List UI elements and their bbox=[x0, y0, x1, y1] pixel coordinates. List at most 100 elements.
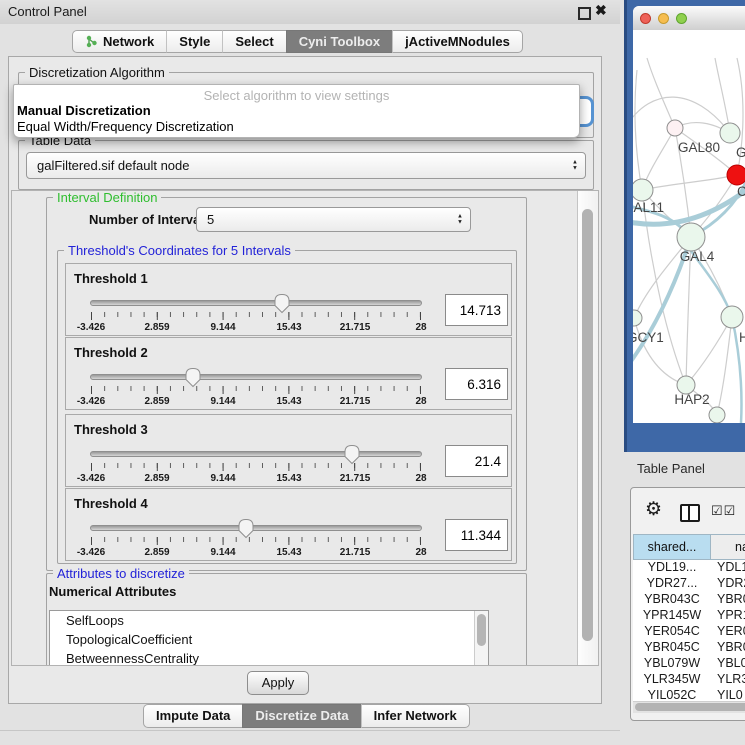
cell-name[interactable]: YBL0 bbox=[711, 656, 745, 672]
scale-label: 21.715 bbox=[340, 396, 371, 407]
network-window[interactable]: GAL80GCGAL11GAL4GCY1HHAP2 bbox=[633, 6, 745, 423]
tab-cyni-toolbox[interactable]: Cyni Toolbox bbox=[286, 30, 392, 53]
slider-track[interactable] bbox=[90, 451, 422, 457]
slider-track[interactable] bbox=[90, 300, 422, 306]
cell-shared-name[interactable]: YLR345W bbox=[633, 672, 711, 688]
cell-shared-name[interactable]: YPR145W bbox=[633, 608, 711, 624]
network-node[interactable] bbox=[720, 123, 740, 143]
network-node[interactable] bbox=[727, 165, 745, 185]
cell-shared-name[interactable]: YER054C bbox=[633, 624, 711, 640]
cell-name[interactable]: YBR0 bbox=[711, 640, 745, 656]
network-node[interactable] bbox=[633, 179, 653, 201]
cell-name[interactable]: YER0 bbox=[711, 624, 745, 640]
settings-scrollbar[interactable] bbox=[577, 191, 598, 665]
close-traffic-light-icon[interactable] bbox=[640, 13, 651, 24]
slider-scale: -3.4262.8599.14415.4321.71528 bbox=[91, 396, 421, 408]
slider-track[interactable] bbox=[90, 374, 422, 380]
cell-shared-name[interactable]: YDL19... bbox=[633, 560, 711, 576]
table-row[interactable]: YDL19...YDL1 bbox=[633, 560, 745, 576]
threshold-value-field[interactable] bbox=[445, 368, 508, 400]
close-icon[interactable]: ✖ bbox=[595, 2, 607, 19]
list-scrollbar[interactable] bbox=[474, 611, 488, 666]
threshold-value-field[interactable] bbox=[445, 519, 508, 551]
gear-icon[interactable]: ⚙ bbox=[645, 498, 662, 521]
cyni-mode-tabs: Impute Data Discretize Data Infer Networ… bbox=[143, 704, 470, 728]
column-header-shared-name[interactable]: shared... bbox=[633, 534, 711, 560]
scale-label: 15.43 bbox=[276, 473, 301, 484]
tab-jactivemnodules[interactable]: jActiveMNodules bbox=[392, 30, 523, 53]
column-header-name[interactable]: na bbox=[711, 534, 745, 560]
scale-label: 2.859 bbox=[144, 473, 169, 484]
cell-shared-name[interactable]: YBR045C bbox=[633, 640, 711, 656]
cell-name[interactable]: YPR1 bbox=[711, 608, 745, 624]
scale-label: 15.43 bbox=[276, 396, 301, 407]
threshold-slider[interactable]: -3.4262.8599.14415.4321.71528 bbox=[90, 292, 422, 334]
network-canvas[interactable]: GAL80GCGAL11GAL4GCY1HHAP2 bbox=[633, 30, 745, 423]
dropdown-option-manual[interactable]: Manual Discretization bbox=[17, 103, 576, 118]
dropdown-option-equal-width[interactable]: Equal Width/Frequency Discretization bbox=[17, 119, 576, 134]
network-node[interactable] bbox=[709, 407, 725, 423]
table-row[interactable]: YDR27...YDR2 bbox=[633, 576, 745, 592]
columns-icon[interactable] bbox=[680, 504, 700, 522]
slider-thumb[interactable] bbox=[238, 518, 255, 539]
scale-label: 2.859 bbox=[144, 322, 169, 333]
network-icon bbox=[85, 35, 98, 48]
num-intervals-combobox[interactable]: 5 ▲▼ bbox=[196, 207, 471, 232]
tab-network[interactable]: Network bbox=[72, 30, 166, 53]
list-item[interactable]: BetweennessCentrality bbox=[50, 649, 488, 666]
threshold-slider[interactable]: -3.4262.8599.14415.4321.71528 bbox=[90, 366, 422, 408]
tab-style[interactable]: Style bbox=[166, 30, 222, 53]
apply-button[interactable]: Apply bbox=[247, 671, 309, 695]
network-node[interactable] bbox=[633, 310, 642, 326]
table-row[interactable]: YIL052CYIL0 bbox=[633, 688, 745, 701]
numerical-attributes-label: Numerical Attributes bbox=[49, 584, 176, 599]
cell-shared-name[interactable]: YBL079W bbox=[633, 656, 711, 672]
cell-shared-name[interactable]: YBR043C bbox=[633, 592, 711, 608]
table-row[interactable]: YBL079WYBL0 bbox=[633, 656, 745, 672]
table-row[interactable]: YER054CYER0 bbox=[633, 624, 745, 640]
table-row[interactable]: YBR043CYBR0 bbox=[633, 592, 745, 608]
network-node[interactable] bbox=[667, 120, 683, 136]
slider-thumb[interactable] bbox=[273, 293, 290, 314]
slider-track[interactable] bbox=[90, 525, 422, 531]
minimize-traffic-light-icon[interactable] bbox=[658, 13, 669, 24]
tab-select[interactable]: Select bbox=[222, 30, 285, 53]
cell-shared-name[interactable]: YDR27... bbox=[633, 576, 711, 592]
table-row[interactable]: YBR045CYBR0 bbox=[633, 640, 745, 656]
network-nodes[interactable]: GAL80GCGAL11GAL4GCY1HHAP2 bbox=[633, 120, 745, 423]
cell-name[interactable]: YDR2 bbox=[711, 576, 745, 592]
numerical-attributes-list[interactable]: SelfLoops TopologicalCoefficient Between… bbox=[49, 610, 489, 666]
panel-title: Control Panel bbox=[8, 4, 87, 19]
threshold-slider[interactable]: -3.4262.8599.14415.4321.71528 bbox=[90, 443, 422, 485]
cell-name[interactable]: YLR3 bbox=[711, 672, 745, 688]
scale-label: 15.43 bbox=[276, 322, 301, 333]
tab-impute-data[interactable]: Impute Data bbox=[143, 704, 242, 728]
network-node[interactable] bbox=[721, 306, 743, 328]
cell-name[interactable]: YIL0 bbox=[711, 688, 745, 701]
tab-infer-network[interactable]: Infer Network bbox=[361, 704, 470, 728]
float-icon[interactable] bbox=[578, 7, 591, 20]
slider-thumb[interactable] bbox=[344, 444, 361, 465]
tab-discretize-data[interactable]: Discretize Data bbox=[242, 704, 360, 728]
table-row[interactable]: YLR345WYLR3 bbox=[633, 672, 745, 688]
network-node[interactable] bbox=[677, 223, 705, 251]
scale-label: 28 bbox=[415, 547, 426, 558]
threshold-slider[interactable]: -3.4262.8599.14415.4321.71528 bbox=[90, 517, 422, 559]
select-columns-icon[interactable]: ☑☑ bbox=[711, 503, 736, 519]
cell-name[interactable]: YDL1 bbox=[711, 560, 745, 576]
table-hscrollbar[interactable] bbox=[633, 701, 745, 713]
network-window-titlebar[interactable] bbox=[633, 6, 745, 31]
table-row[interactable]: YPR145WYPR1 bbox=[633, 608, 745, 624]
list-item[interactable]: TopologicalCoefficient bbox=[50, 630, 488, 649]
cell-shared-name[interactable]: YIL052C bbox=[633, 688, 711, 701]
slider-thumb[interactable] bbox=[184, 367, 201, 388]
cell-name[interactable]: YBR0 bbox=[711, 592, 745, 608]
table-body[interactable]: YDL19...YDL1YDR27...YDR2YBR043CYBR0YPR14… bbox=[633, 560, 745, 701]
table-data-combobox[interactable]: galFiltered.sif default node ▲▼ bbox=[26, 152, 586, 179]
threshold-value-field[interactable] bbox=[445, 294, 508, 326]
list-item[interactable]: SelfLoops bbox=[50, 611, 488, 630]
zoom-traffic-light-icon[interactable] bbox=[676, 13, 687, 24]
scale-label: 21.715 bbox=[340, 322, 371, 333]
node-label: GAL11 bbox=[633, 200, 664, 215]
threshold-value-field[interactable] bbox=[445, 445, 508, 477]
